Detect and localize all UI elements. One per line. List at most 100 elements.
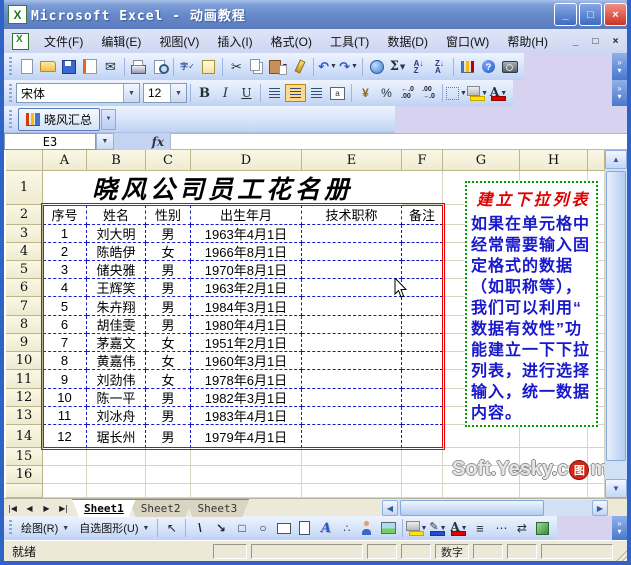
cell-E3[interactable] [302, 225, 402, 243]
cell-C2[interactable]: 性别 [146, 205, 191, 225]
menu-item-7[interactable]: 窗口(W) [437, 30, 498, 53]
cell-Fx[interactable] [402, 484, 443, 498]
shadow-3d-icon[interactable] [532, 519, 553, 537]
cut-icon[interactable]: ✂ [226, 58, 247, 76]
cell-C7[interactable]: 男 [146, 297, 191, 316]
cell-Ex[interactable] [302, 484, 402, 498]
toolbar-options-chevron[interactable]: » ▾ [612, 53, 627, 80]
close-button[interactable]: × [604, 3, 627, 26]
restore-button[interactable]: □ [579, 3, 602, 26]
cell-Ax[interactable] [43, 484, 87, 498]
cell-F8[interactable] [402, 316, 443, 334]
arrow-icon[interactable]: ↘ [210, 519, 231, 537]
cell-D7[interactable]: 1984年3月1日 [191, 297, 302, 316]
cell-F2[interactable]: 备注 [402, 205, 443, 225]
cell-B5[interactable]: 储央雅 [87, 261, 146, 279]
chevron-down-icon[interactable]: ▼ [282, 63, 289, 70]
cell-F13[interactable] [402, 407, 443, 425]
cell-F16[interactable] [402, 466, 443, 484]
row-header-14[interactable]: 14 [6, 425, 43, 448]
diagram-icon[interactable]: ∴ [336, 519, 357, 537]
col-header-A[interactable]: A [43, 150, 87, 171]
increase-decimal-icon[interactable]: ←.0 .00 [397, 84, 418, 102]
cell-D3[interactable]: 1963年4月1日 [191, 225, 302, 243]
cell-B4[interactable]: 陈皓伊 [87, 243, 146, 261]
copy-icon[interactable] [247, 58, 268, 76]
percent-icon[interactable]: % [376, 84, 397, 102]
row-header-8[interactable]: 8 [6, 316, 43, 334]
resize-grip[interactable] [614, 549, 627, 561]
cell-B3[interactable]: 刘大明 [87, 225, 146, 243]
permission-icon[interactable] [79, 58, 100, 76]
line-icon[interactable]: \ [189, 519, 210, 537]
name-box-dropdown[interactable]: ▼ [96, 133, 114, 150]
cell-C12[interactable]: 男 [146, 389, 191, 407]
menu-item-3[interactable]: 插入(I) [208, 30, 261, 53]
cell-A12[interactable]: 10 [43, 389, 87, 407]
cell-F5[interactable] [402, 261, 443, 279]
autoshapes-menu-button[interactable]: 自选图形(U) ▼ [74, 518, 154, 538]
cell-E10[interactable] [302, 352, 402, 370]
scroll-up-icon[interactable]: ▲ [605, 150, 627, 169]
scroll-down-icon[interactable]: ▼ [605, 479, 627, 498]
picture-icon[interactable] [378, 519, 399, 537]
cell-G14[interactable] [443, 425, 520, 448]
cell-C10[interactable]: 女 [146, 352, 191, 370]
cell-A4[interactable]: 2 [43, 243, 87, 261]
row-header-5[interactable]: 5 [6, 261, 43, 279]
hscroll-left-icon[interactable]: ◀ [382, 500, 398, 516]
cell-B14[interactable]: 琚长州 [87, 425, 146, 448]
cell-A9[interactable]: 7 [43, 334, 87, 352]
cell-A16[interactable] [43, 466, 87, 484]
row-header-13[interactable]: 13 [6, 407, 43, 425]
chart-wizard-icon[interactable] [457, 58, 478, 76]
cell-C5[interactable]: 男 [146, 261, 191, 279]
help-icon[interactable]: ? [478, 58, 499, 76]
autosum-icon[interactable]: Σ ▼ [387, 58, 408, 76]
cell-Bx[interactable] [87, 484, 146, 498]
cell-A7[interactable]: 5 [43, 297, 87, 316]
cell-B16[interactable] [87, 466, 146, 484]
cell-E2[interactable]: 技术职称 [302, 205, 402, 225]
cell-C9[interactable]: 女 [146, 334, 191, 352]
cell-D16[interactable] [191, 466, 302, 484]
cell-E14[interactable] [302, 425, 402, 448]
doc-restore-button[interactable]: □ [587, 34, 604, 49]
cell-C6[interactable]: 男 [146, 279, 191, 297]
cell-C3[interactable]: 男 [146, 225, 191, 243]
research-icon[interactable] [198, 58, 219, 76]
toolbar-grip[interactable] [8, 83, 13, 103]
toolbar-options-chevron[interactable]: » ▾ [612, 80, 627, 106]
chevron-down-icon[interactable]: ▼ [481, 90, 488, 97]
cell-A2[interactable]: 序号 [43, 205, 87, 225]
cell-Gx[interactable] [443, 484, 520, 498]
decrease-decimal-icon[interactable]: .00 →.0 [418, 84, 439, 102]
font-size-combo[interactable]: 12 ▼ [143, 83, 187, 103]
menu-item-2[interactable]: 视图(V) [150, 30, 208, 53]
row-header-6[interactable]: 6 [6, 279, 43, 297]
cell-C16[interactable] [146, 466, 191, 484]
cell-x14[interactable] [588, 425, 605, 448]
cell-F11[interactable] [402, 370, 443, 389]
redo-icon[interactable]: ↷ ▼ [338, 58, 359, 76]
cell-A3[interactable]: 1 [43, 225, 87, 243]
col-header-C[interactable]: C [146, 150, 191, 171]
menu-item-8[interactable]: 帮助(H) [498, 30, 557, 53]
cell-Cx[interactable] [146, 484, 191, 498]
select-all-corner[interactable] [6, 150, 43, 171]
cell-F7[interactable] [402, 297, 443, 316]
font-color-icon[interactable]: A ▼ [448, 519, 469, 537]
merge-center-icon[interactable]: a [327, 84, 348, 102]
chevron-down-icon[interactable]: ▼ [440, 525, 447, 532]
cell-C15[interactable] [146, 448, 191, 466]
chevron-down-icon[interactable]: ▼ [170, 84, 186, 102]
tab-nav-button-3[interactable]: ▶| [55, 499, 72, 517]
minimize-button[interactable]: _ [554, 3, 577, 26]
cell-A13[interactable]: 11 [43, 407, 87, 425]
col-header-E[interactable]: E [302, 150, 402, 171]
chevron-down-icon[interactable]: ▼ [143, 525, 150, 532]
sheet-tab-sheet1[interactable]: Sheet1 [72, 499, 136, 517]
cell-E5[interactable] [302, 261, 402, 279]
font-color-icon[interactable]: A ▼ [488, 84, 509, 102]
cell-B13[interactable]: 刘冰舟 [87, 407, 146, 425]
